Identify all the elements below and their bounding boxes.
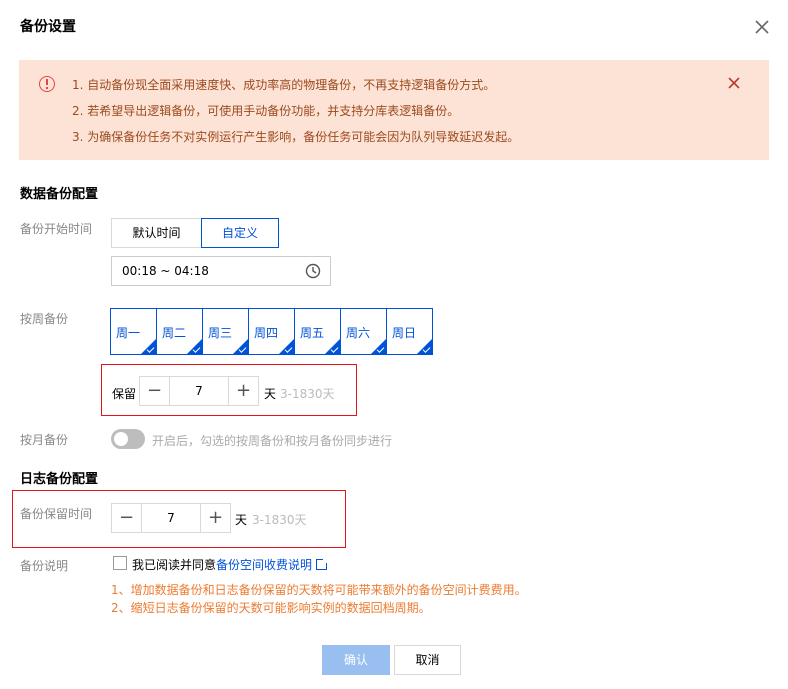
day-label: 周二 <box>162 326 187 340</box>
warning-circle-icon <box>39 76 55 92</box>
alert-line-2: 2. 若希望导出逻辑备份，可使用手动备份功能，并支持分库表逻辑备份。 <box>72 104 460 118</box>
monthly-backup-toggle[interactable] <box>111 429 145 449</box>
agree-text: 我已阅读并同意 <box>132 558 217 572</box>
cancel-button[interactable]: 取消 <box>394 645 461 675</box>
monthly-backup-hint: 开启后，勾选的按周备份和按月备份同步进行 <box>152 434 393 448</box>
custom-time-button[interactable]: 自定义 <box>201 218 279 248</box>
monthly-backup-label: 按月备份 <box>20 433 69 447</box>
log-retain-input[interactable]: 7 <box>142 504 200 532</box>
data-retain-input[interactable]: 7 <box>170 377 228 405</box>
dialog-title: 备份设置 <box>20 19 76 35</box>
day-saturday[interactable]: 周六 <box>340 308 387 355</box>
day-label: 周四 <box>254 326 279 340</box>
day-label: 周一 <box>116 326 141 340</box>
day-friday[interactable]: 周五 <box>294 308 341 355</box>
notice-alert: 1. 自动备份现全面采用速度快、成功率高的物理备份，不再支持逻辑备份方式。 2.… <box>19 60 769 160</box>
retain-unit: 天 <box>264 387 277 401</box>
day-label: 周五 <box>300 326 325 340</box>
data-retain-stepper: − 7 + <box>139 376 259 406</box>
billing-doc-link[interactable]: 备份空间收费说明 <box>216 558 312 572</box>
day-label: 周六 <box>346 326 371 340</box>
toggle-knob <box>114 432 128 446</box>
day-label: 周日 <box>392 326 417 340</box>
day-sunday[interactable]: 周日 <box>386 308 433 355</box>
alert-close-icon[interactable] <box>726 75 742 91</box>
alert-line-1: 1. 自动备份现全面采用速度快、成功率高的物理备份，不再支持逻辑备份方式。 <box>72 78 496 92</box>
decrement-button[interactable]: − <box>112 504 142 532</box>
day-label: 周三 <box>208 326 233 340</box>
day-wednesday[interactable]: 周三 <box>202 308 249 355</box>
time-range-value: 00:18 ~ 04:18 <box>122 264 209 278</box>
retain-range-hint: 3-1830天 <box>280 387 335 401</box>
log-retain-label: 备份保留时间 <box>20 507 93 521</box>
log-retain-stepper: − 7 + <box>111 503 231 533</box>
weekday-selector: 周一 周二 周三 周四 周五 周六 周日 <box>110 308 433 355</box>
close-icon[interactable] <box>752 17 772 37</box>
clock-icon <box>305 263 321 279</box>
log-retain-unit: 天 <box>235 513 248 527</box>
log-backup-section-title: 日志备份配置 <box>20 472 99 487</box>
note-line-1: 1、增加数据备份和日志备份保留的天数将可能带来额外的备份空间计费费用。 <box>111 583 527 597</box>
note-line-2: 2、缩短日志备份保留的天数可能影响实例的数据回档周期。 <box>111 601 431 615</box>
weekly-backup-label: 按周备份 <box>20 312 69 326</box>
increment-button[interactable]: + <box>228 377 258 405</box>
alert-line-3: 3. 为确保备份任务不对实例运行产生影响，备份任务可能会因为队列导致延迟发起。 <box>72 130 520 144</box>
decrement-button[interactable]: − <box>140 377 170 405</box>
day-tuesday[interactable]: 周二 <box>156 308 203 355</box>
increment-button[interactable]: + <box>200 504 230 532</box>
start-time-label: 备份开始时间 <box>20 222 93 236</box>
external-link-icon[interactable] <box>316 558 329 570</box>
confirm-button[interactable]: 确认 <box>322 645 390 675</box>
agree-statement: 我已阅读并同意备份空间收费说明 <box>132 556 329 573</box>
default-time-button[interactable]: 默认时间 <box>111 218 201 248</box>
time-range-picker[interactable]: 00:18 ~ 04:18 <box>111 256 331 286</box>
day-thursday[interactable]: 周四 <box>248 308 295 355</box>
retain-label: 保留 <box>112 387 137 401</box>
log-retain-range-hint: 3-1830天 <box>252 513 307 527</box>
agree-checkbox[interactable] <box>113 556 127 570</box>
day-monday[interactable]: 周一 <box>110 308 157 355</box>
data-backup-section-title: 数据备份配置 <box>20 187 99 202</box>
time-mode-segmented: 默认时间 自定义 <box>111 218 279 248</box>
description-label: 备份说明 <box>20 559 69 573</box>
